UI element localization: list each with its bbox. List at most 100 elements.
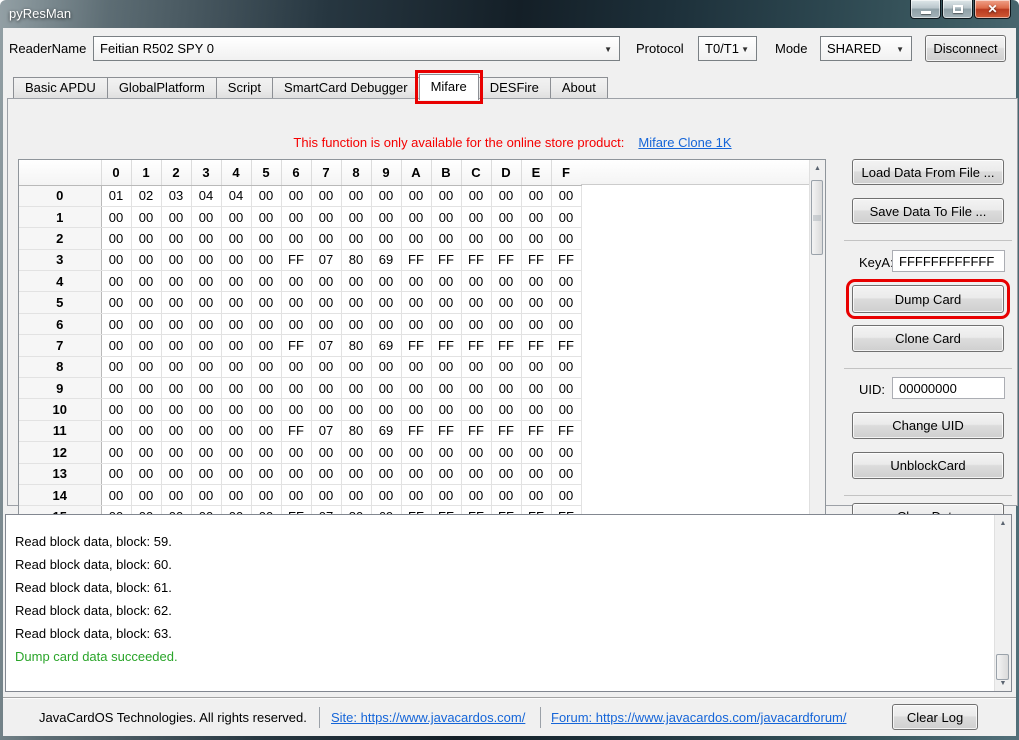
hex-cell[interactable]: 00 (131, 420, 161, 441)
hex-cell[interactable]: 00 (551, 271, 581, 292)
hex-cell[interactable]: 00 (221, 271, 251, 292)
hex-cell[interactable]: 00 (461, 313, 491, 334)
hex-cell[interactable]: 00 (101, 484, 131, 505)
hex-cell[interactable]: 00 (221, 228, 251, 249)
hex-cell[interactable]: 00 (101, 249, 131, 270)
hex-cell[interactable]: 00 (221, 378, 251, 399)
hex-cell[interactable]: 00 (401, 206, 431, 227)
hex-cell[interactable]: 00 (311, 292, 341, 313)
hex-cell[interactable]: 00 (221, 335, 251, 356)
hex-cell[interactable]: 00 (431, 378, 461, 399)
hex-cell[interactable]: 00 (221, 356, 251, 377)
hex-cell[interactable]: 00 (281, 313, 311, 334)
hex-cell[interactable]: 00 (161, 206, 191, 227)
hex-cell[interactable]: 00 (251, 292, 281, 313)
hex-cell[interactable]: 00 (491, 378, 521, 399)
hex-cell[interactable]: 00 (191, 378, 221, 399)
hex-cell[interactable]: 00 (341, 206, 371, 227)
hex-cell[interactable]: 69 (371, 335, 401, 356)
hex-cell[interactable]: 00 (161, 484, 191, 505)
hex-cell[interactable]: FF (401, 420, 431, 441)
hex-cell[interactable]: 00 (401, 442, 431, 463)
hex-cell[interactable]: 00 (521, 228, 551, 249)
hex-cell[interactable]: 00 (131, 292, 161, 313)
hex-cell[interactable]: 00 (191, 356, 221, 377)
hex-cell[interactable]: 00 (371, 399, 401, 420)
hex-cell[interactable]: 00 (521, 271, 551, 292)
hex-cell[interactable]: 00 (551, 399, 581, 420)
uid-input[interactable] (892, 377, 1005, 399)
hex-cell[interactable]: 00 (101, 442, 131, 463)
hex-cell[interactable]: FF (461, 335, 491, 356)
hex-cell[interactable]: 04 (221, 185, 251, 206)
hex-cell[interactable]: FF (521, 420, 551, 441)
hex-cell[interactable]: 00 (221, 442, 251, 463)
hex-cell[interactable]: 00 (431, 463, 461, 484)
hex-cell[interactable]: FF (551, 335, 581, 356)
hex-cell[interactable]: 00 (281, 463, 311, 484)
hex-cell[interactable]: 00 (101, 271, 131, 292)
hex-cell[interactable]: 00 (131, 249, 161, 270)
hex-cell[interactable]: 00 (341, 185, 371, 206)
hex-cell[interactable]: 00 (431, 292, 461, 313)
hex-cell[interactable]: FF (491, 249, 521, 270)
hex-cell[interactable]: 80 (341, 420, 371, 441)
hex-cell[interactable]: 00 (491, 185, 521, 206)
hex-cell[interactable]: FF (431, 249, 461, 270)
hex-cell[interactable]: 00 (311, 228, 341, 249)
hex-cell[interactable]: 00 (341, 378, 371, 399)
hex-cell[interactable]: FF (551, 420, 581, 441)
log-scrollbar[interactable]: ▲ ▼ (994, 515, 1011, 691)
hex-cell[interactable]: 00 (551, 484, 581, 505)
hex-cell[interactable]: 00 (161, 399, 191, 420)
hex-cell[interactable]: 69 (371, 249, 401, 270)
hex-cell[interactable]: 00 (551, 356, 581, 377)
hex-cell[interactable]: 07 (311, 249, 341, 270)
hex-cell[interactable]: 00 (431, 356, 461, 377)
hex-cell[interactable]: 00 (491, 228, 521, 249)
hex-cell[interactable]: 00 (401, 292, 431, 313)
hex-cell[interactable]: 00 (161, 228, 191, 249)
hex-cell[interactable]: 00 (251, 271, 281, 292)
hex-cell[interactable]: 00 (521, 292, 551, 313)
hex-cell[interactable]: 00 (281, 484, 311, 505)
hex-cell[interactable]: 00 (431, 185, 461, 206)
hex-cell[interactable]: 00 (161, 271, 191, 292)
hex-cell[interactable]: 00 (221, 206, 251, 227)
hex-cell[interactable]: 00 (461, 463, 491, 484)
hex-cell[interactable]: 00 (521, 484, 551, 505)
hex-cell[interactable]: FF (461, 249, 491, 270)
hex-cell[interactable]: FF (401, 249, 431, 270)
hex-cell[interactable]: FF (461, 420, 491, 441)
hex-cell[interactable]: 00 (281, 292, 311, 313)
hex-cell[interactable]: 00 (461, 228, 491, 249)
hex-cell[interactable]: 00 (551, 228, 581, 249)
hex-cell[interactable]: 00 (191, 271, 221, 292)
hex-cell[interactable]: 00 (491, 206, 521, 227)
hex-cell[interactable]: 00 (371, 313, 401, 334)
hex-cell[interactable]: FF (431, 420, 461, 441)
hex-cell[interactable]: 00 (101, 228, 131, 249)
maximize-button[interactable] (942, 0, 973, 19)
hex-cell[interactable]: 00 (251, 484, 281, 505)
hex-cell[interactable]: 02 (131, 185, 161, 206)
hex-cell[interactable]: 00 (431, 442, 461, 463)
hex-cell[interactable]: 00 (311, 399, 341, 420)
load-data-button[interactable]: Load Data From File ... (852, 159, 1004, 185)
hex-cell[interactable]: 00 (101, 313, 131, 334)
hex-cell[interactable]: 00 (221, 399, 251, 420)
hex-cell[interactable]: 00 (461, 378, 491, 399)
hex-cell[interactable]: 00 (251, 206, 281, 227)
mode-select[interactable]: SHARED ▼ (820, 36, 912, 61)
hex-cell[interactable]: FF (491, 420, 521, 441)
hex-cell[interactable]: 00 (131, 378, 161, 399)
hex-cell[interactable]: 00 (461, 206, 491, 227)
hex-cell[interactable]: 00 (491, 292, 521, 313)
hex-cell[interactable]: 00 (131, 206, 161, 227)
hex-cell[interactable]: 00 (161, 335, 191, 356)
hex-cell[interactable]: 00 (251, 335, 281, 356)
hex-cell[interactable]: 00 (101, 206, 131, 227)
hex-cell[interactable]: 00 (551, 206, 581, 227)
hex-cell[interactable]: 00 (251, 463, 281, 484)
hex-cell[interactable]: FF (521, 249, 551, 270)
